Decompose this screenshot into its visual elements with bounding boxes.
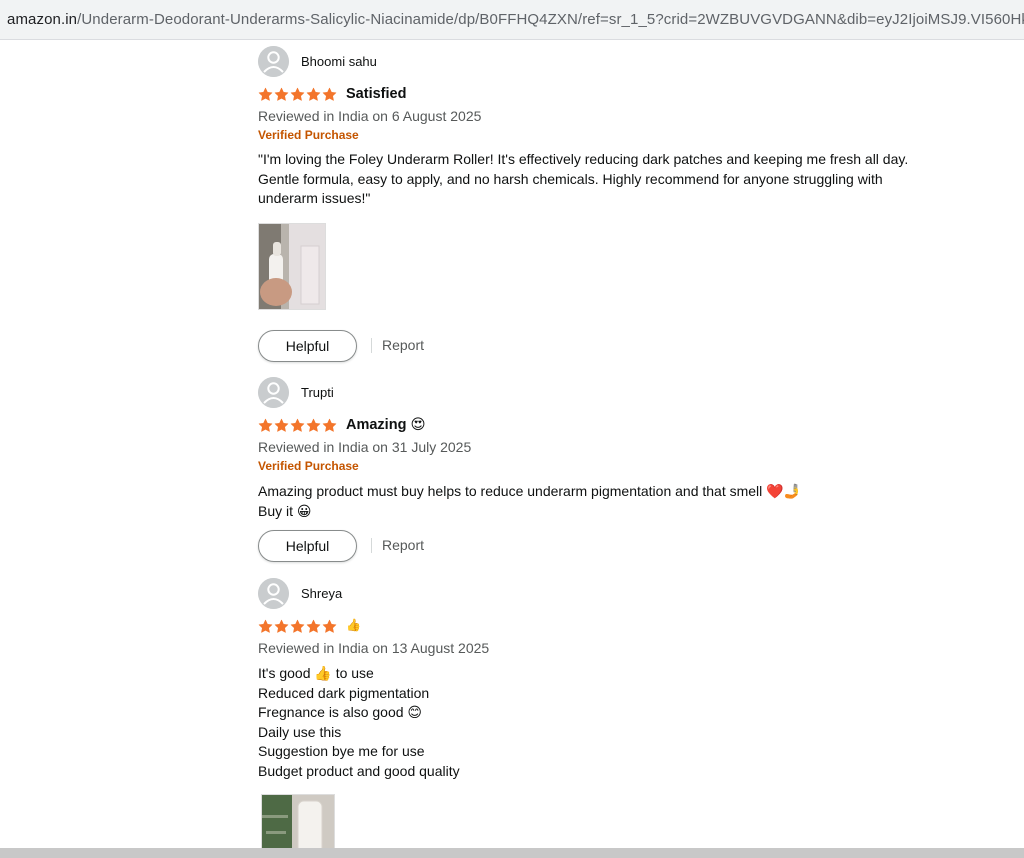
reviewer-name: Trupti xyxy=(301,385,334,400)
review-text-line: Reduced dark pigmentation xyxy=(258,684,430,701)
action-divider xyxy=(371,337,372,353)
star-icon xyxy=(290,418,305,433)
review-text-line: Buy it 😀 xyxy=(258,502,312,519)
review-card: Trupti Amazing 😍 Reviewed in India on 31… xyxy=(258,377,958,564)
review-date: Reviewed in India on 6 August 2025 xyxy=(258,108,482,124)
star-icon xyxy=(290,87,305,102)
review-text-line: underarm issues!" xyxy=(258,190,371,207)
address-bar[interactable]: amazon.in/Underarm-Deodorant-Underarms-S… xyxy=(0,0,1024,40)
star-icon xyxy=(258,619,273,634)
star-icon xyxy=(290,619,305,634)
review-card: Bhoomi sahu Satisfied Reviewed in India … xyxy=(258,46,958,364)
review-body: It's good 👍 to use Reduced dark pigmenta… xyxy=(258,664,958,782)
reviewer-profile[interactable]: Trupti xyxy=(258,377,958,409)
review-date: Reviewed in India on 31 July 2025 xyxy=(258,439,472,455)
review-title[interactable]: Satisfied xyxy=(346,86,406,102)
star-icon xyxy=(322,418,337,433)
review-text-line: Gentle formula, easy to apply, and no ha… xyxy=(258,170,883,187)
reviews-list: Bhoomi sahu Satisfied Reviewed in India … xyxy=(0,40,1024,848)
review-actions: Helpful Report xyxy=(258,329,958,364)
url-path: /Underarm-Deodorant-Underarms-Salicylic-… xyxy=(77,11,1024,28)
review-title[interactable]: Amazing 😍 xyxy=(346,417,426,433)
helpful-button[interactable]: Helpful xyxy=(258,329,357,362)
star-icon xyxy=(322,619,337,634)
review-card: Shreya 👍 Reviewed in India on 13 August … xyxy=(258,578,958,848)
url-host: amazon.in xyxy=(7,11,78,28)
review-title[interactable]: 👍 xyxy=(346,618,361,632)
star-icon xyxy=(258,418,273,433)
star-icon xyxy=(306,619,321,634)
star-icon xyxy=(306,418,321,433)
review-text-line: Amazing product must buy helps to reduce… xyxy=(258,483,802,499)
verified-purchase-badge: Verified Purchase xyxy=(258,459,359,473)
review-text-line: Budget product and good quality xyxy=(258,762,460,779)
star-rating[interactable] xyxy=(258,87,337,102)
star-icon xyxy=(274,87,289,102)
review-body: "I'm loving the Foley Underarm Roller! I… xyxy=(258,150,958,209)
star-icon xyxy=(274,418,289,433)
star-rating[interactable] xyxy=(258,619,337,634)
reviewer-name: Shreya xyxy=(301,586,343,601)
report-link[interactable]: Report xyxy=(382,537,424,553)
review-text-line: It's good 👍 to use xyxy=(258,665,374,681)
helpful-button[interactable]: Helpful xyxy=(258,530,357,563)
review-text-line: "I'm loving the Foley Underarm Roller! I… xyxy=(258,151,909,167)
review-image-thumbnail[interactable] xyxy=(261,793,335,848)
avatar-icon xyxy=(258,578,289,609)
review-text-line: Suggestion bye me for use xyxy=(258,743,425,760)
reviewer-name: Bhoomi sahu xyxy=(301,54,377,69)
report-link[interactable]: Report xyxy=(382,337,424,353)
star-icon xyxy=(258,87,273,102)
horizontal-scrollbar[interactable] xyxy=(0,848,1024,858)
review-text-line: Daily use this xyxy=(258,723,342,740)
reviewer-profile[interactable]: Shreya xyxy=(258,578,958,610)
reviewer-profile[interactable]: Bhoomi sahu xyxy=(258,46,958,78)
verified-purchase-badge: Verified Purchase xyxy=(258,128,359,142)
star-rating[interactable] xyxy=(258,418,337,433)
review-date: Reviewed in India on 13 August 2025 xyxy=(258,640,490,656)
avatar-icon xyxy=(258,377,289,408)
review-text-line: Fregnance is also good 😊 xyxy=(258,704,423,721)
star-icon xyxy=(274,619,289,634)
action-divider xyxy=(371,538,372,554)
review-body: Amazing product must buy helps to reduce… xyxy=(258,482,958,521)
avatar-icon xyxy=(258,46,289,77)
review-actions: Helpful Report xyxy=(258,530,958,564)
url-text[interactable]: amazon.in/Underarm-Deodorant-Underarms-S… xyxy=(7,11,1024,29)
star-icon xyxy=(306,87,321,102)
review-image-thumbnail[interactable] xyxy=(258,222,326,310)
star-icon xyxy=(322,87,337,102)
